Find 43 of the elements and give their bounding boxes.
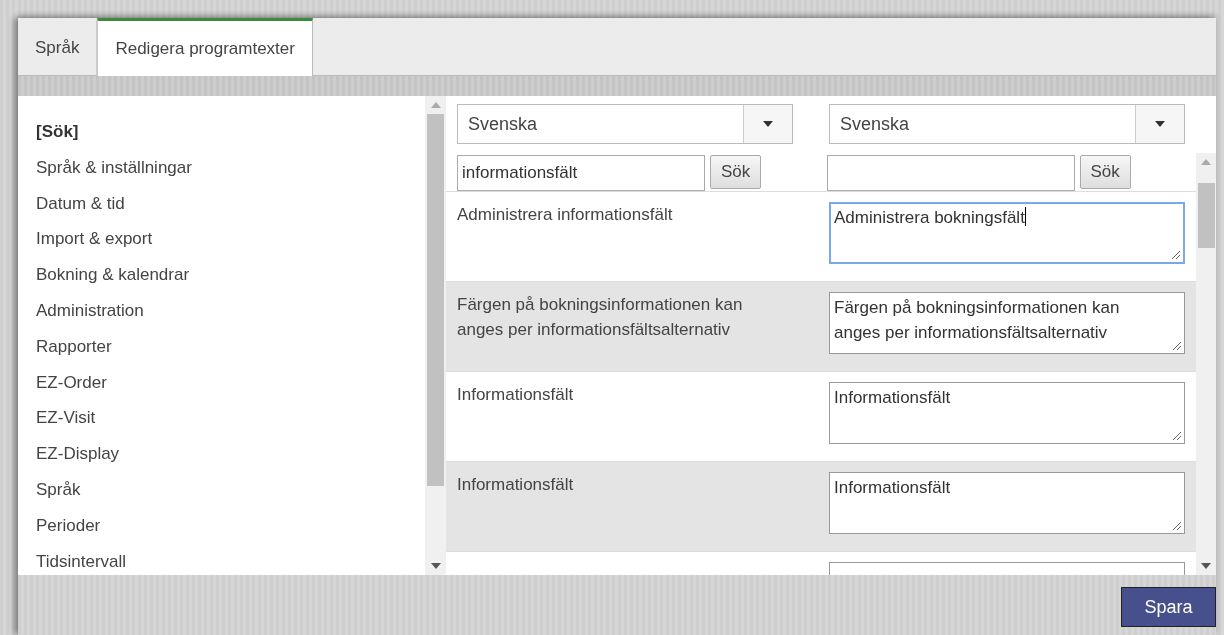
- sidebar-item[interactable]: Perioder: [18, 507, 425, 544]
- scroll-down-icon[interactable]: [1201, 563, 1211, 569]
- translation-field[interactable]: Informationsfält: [829, 472, 1185, 534]
- resize-handle-icon[interactable]: [1171, 250, 1181, 260]
- search-field[interactable]: informationsfält: [457, 155, 705, 191]
- scroll-up-icon[interactable]: [1201, 159, 1211, 165]
- sidebar-item[interactable]: Tidsintervall: [18, 543, 425, 580]
- sidebar-item[interactable]: Bokning & kalendrar: [18, 257, 425, 293]
- translation-field[interactable]: Informationsfält: [829, 382, 1185, 444]
- save-button[interactable]: Spara: [1121, 587, 1216, 627]
- sidebar-item[interactable]: Administration: [18, 293, 425, 329]
- scrollbar[interactable]: [425, 96, 446, 575]
- scroll-up-icon[interactable]: [430, 102, 441, 108]
- source-text: Informationsfält: [457, 474, 575, 496]
- sidebar-item[interactable]: EZ-Order: [18, 364, 425, 401]
- sidebar-item[interactable]: [Sök]: [18, 114, 425, 150]
- caret-icon: [763, 121, 773, 127]
- sidebar-item[interactable]: EZ-Display: [18, 436, 425, 472]
- search-field[interactable]: [826, 155, 1075, 191]
- resize-handle-icon[interactable]: [1172, 521, 1182, 531]
- sidebar-item[interactable]: EZ-Visit: [18, 400, 425, 437]
- source-text: Administrera informationsfält: [457, 204, 674, 226]
- sidebar-item[interactable]: Rapporter: [18, 328, 425, 365]
- sidebar-item[interactable]: Språk: [18, 471, 425, 508]
- search-button[interactable]: Sök: [1079, 155, 1131, 189]
- scrollbar[interactable]: [1196, 153, 1216, 575]
- translation-field[interactable]: Administrera bokningsfält: [829, 202, 1185, 264]
- language-dropdown[interactable]: Svenska: [829, 104, 1185, 144]
- language-dropdown[interactable]: Svenska: [457, 104, 793, 144]
- resize-handle-icon[interactable]: [1172, 341, 1182, 351]
- source-text: Färgen på bokningsinformationen kan anges per informationsfältsalternativ: [457, 294, 744, 341]
- source-text: Informationsfält: [457, 384, 575, 406]
- scrollbar-thumb[interactable]: [427, 114, 444, 487]
- sidebar-item[interactable]: Import & export: [18, 221, 425, 258]
- sidebar-item[interactable]: Språk & inställningar: [18, 149, 425, 186]
- caret-icon: [1155, 121, 1165, 127]
- scrollbar-thumb[interactable]: [1197, 182, 1215, 249]
- search-button[interactable]: Sök: [710, 155, 762, 189]
- sidebar-item[interactable]: Datum & tid: [18, 185, 425, 222]
- scroll-down-icon[interactable]: [430, 563, 441, 569]
- tab[interactable]: Redigera programtexter: [97, 18, 313, 76]
- translation-field[interactable]: Färgen på bokningsinformationen kan anges per informationsfältsalternativ: [829, 292, 1185, 354]
- resize-handle-icon[interactable]: [1172, 431, 1182, 441]
